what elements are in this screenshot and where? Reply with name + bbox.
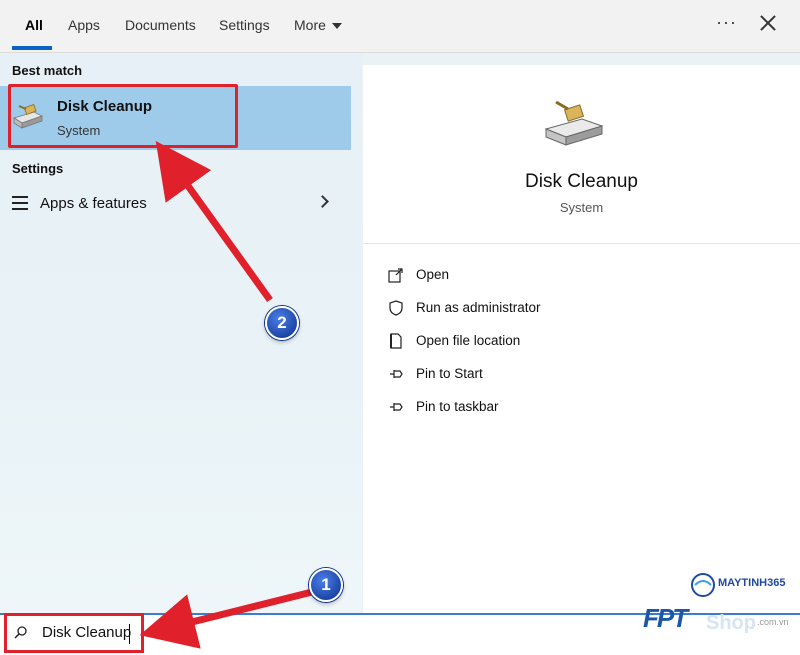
step-badge-2: 2 (265, 306, 299, 340)
active-tab-indicator (12, 46, 52, 50)
watermark-domain: .com.vn (757, 617, 789, 627)
file-location-icon (390, 333, 402, 349)
highlight-best-match (8, 84, 238, 148)
pin-icon (390, 370, 403, 378)
tab-apps[interactable]: Apps (68, 17, 100, 33)
tab-settings[interactable]: Settings (219, 17, 270, 33)
more-options-button[interactable]: ··· (716, 12, 737, 33)
app-subtitle: System (559, 200, 604, 215)
close-icon[interactable] (758, 13, 778, 33)
tab-documents[interactable]: Documents (125, 17, 196, 33)
best-match-heading: Best match (12, 63, 83, 78)
pin-icon (390, 403, 403, 411)
chevron-down-icon (331, 23, 342, 30)
tab-all[interactable]: All (25, 17, 43, 33)
list-icon (12, 196, 28, 212)
watermark-fpt: FPT (643, 603, 688, 633)
watermark-brand: MAYTINH365 (718, 577, 786, 589)
app-title: Disk Cleanup (525, 171, 638, 192)
action-label: Pin to taskbar (416, 399, 499, 414)
settings-item-label: Apps & features (40, 195, 147, 212)
tab-more[interactable]: More (294, 17, 342, 33)
settings-item-apps-features[interactable]: Apps & features (0, 188, 351, 220)
open-icon (388, 268, 403, 283)
shield-icon (389, 300, 403, 316)
watermark-shop: Shop (706, 612, 756, 634)
action-label: Open file location (416, 333, 521, 348)
search-tabs-bar: All Apps Documents Settings More ··· (0, 0, 800, 53)
action-label: Pin to Start (416, 366, 483, 381)
action-label: Run as administrator (416, 300, 541, 315)
divider (363, 243, 800, 244)
highlight-search-input (4, 613, 144, 653)
action-label: Open (416, 267, 450, 282)
tab-more-label: More (294, 17, 326, 33)
settings-heading: Settings (12, 161, 64, 176)
disk-cleanup-large-icon (544, 100, 604, 146)
step-badge-1: 1 (309, 568, 343, 602)
chevron-right-icon (316, 195, 329, 208)
maytinh-logo-icon (691, 573, 715, 597)
